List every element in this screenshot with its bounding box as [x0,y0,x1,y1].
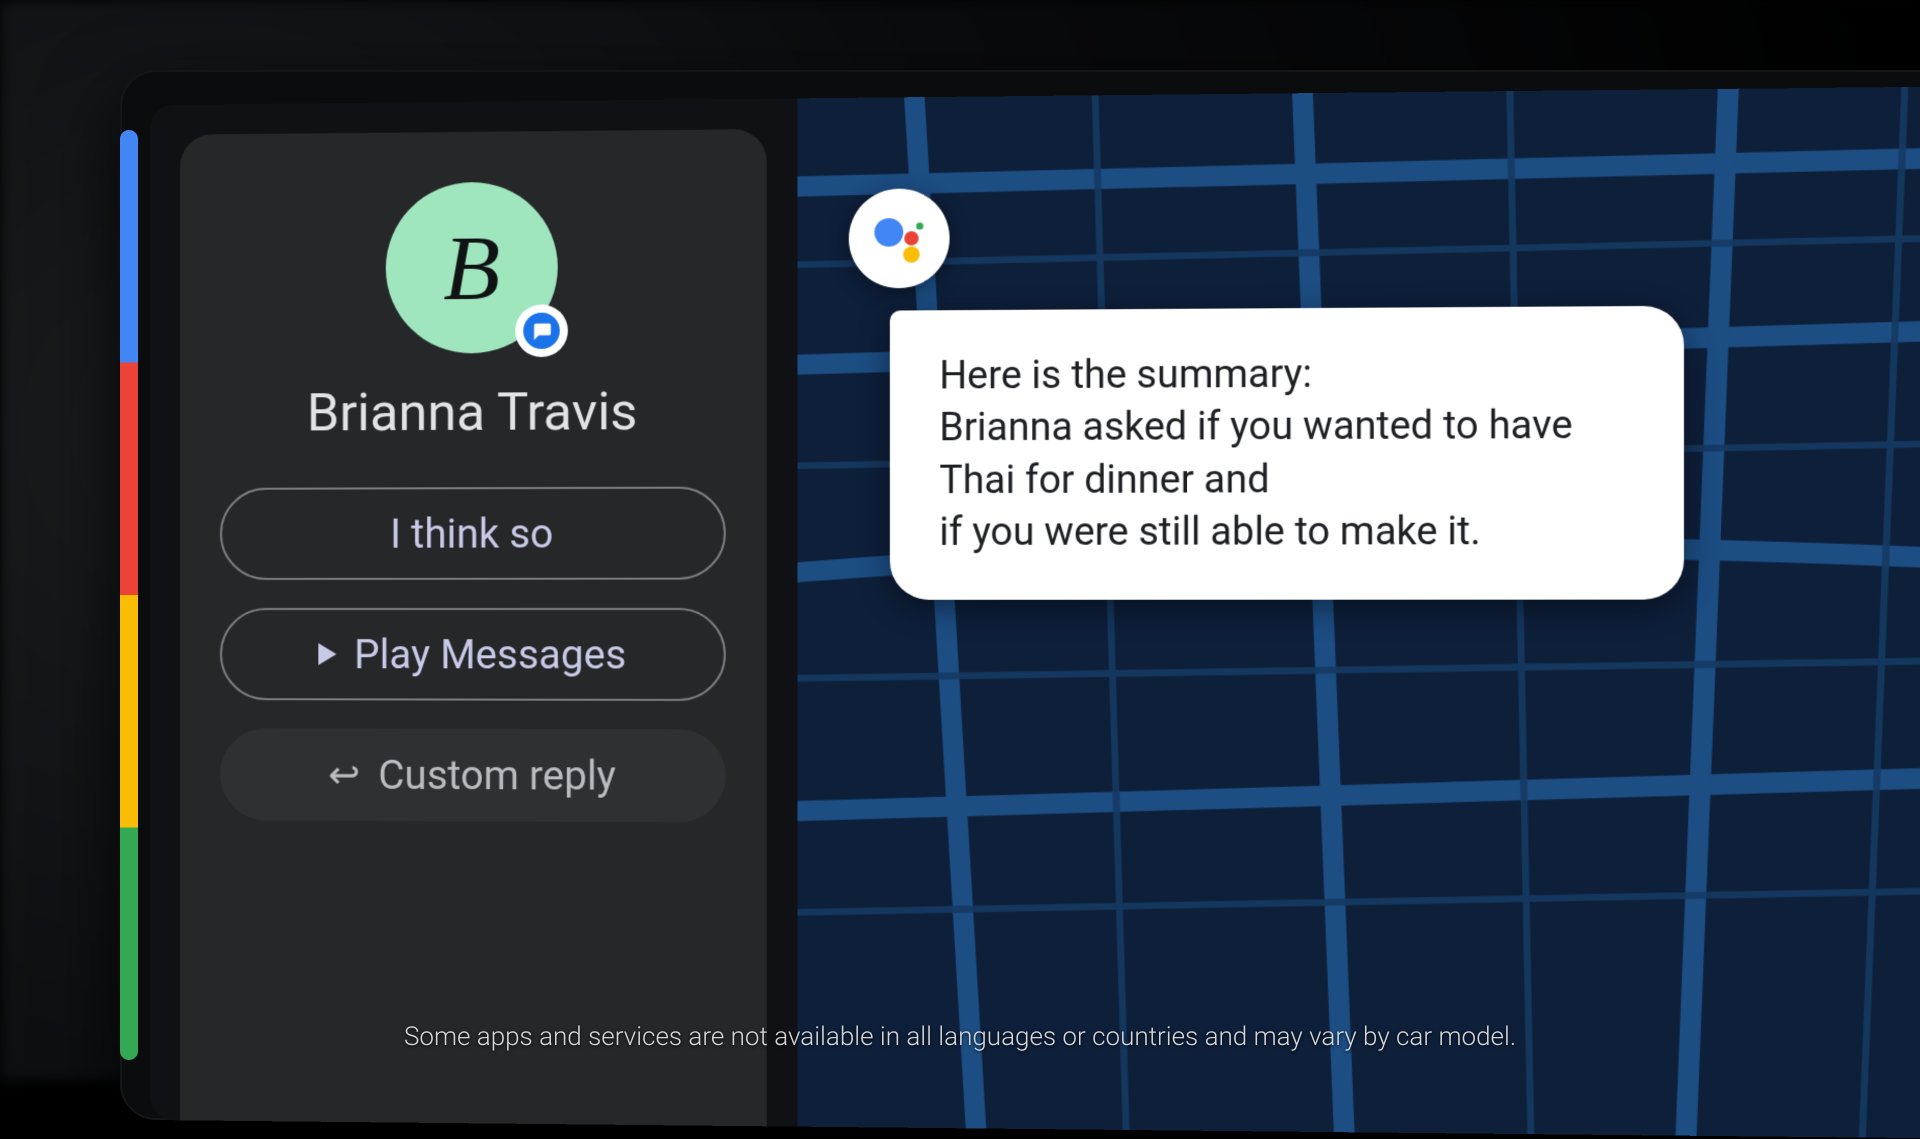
suggested-reply-button[interactable]: I think so [220,487,726,580]
contact-name: Brianna Travis [307,381,638,444]
contact-initial: B [443,214,500,321]
suggested-reply-label: I think so [390,510,553,558]
play-messages-button[interactable]: Play Messages [220,608,726,701]
headunit-screen: B Brianna Travis I think so Play Message… [150,86,1920,1139]
map-panel[interactable] [797,86,1920,1139]
play-icon [318,643,336,665]
google-assistant-icon[interactable] [849,188,950,288]
contact-avatar[interactable]: B [386,181,558,353]
assistant-summary-text: Here is the summary: Brianna asked if yo… [939,352,1572,555]
custom-reply-button[interactable]: ↩ Custom reply [220,728,726,822]
messages-icon [523,313,560,349]
play-messages-label: Play Messages [354,631,626,679]
custom-reply-label: Custom reply [378,751,616,799]
assistant-summary-bubble: Here is the summary: Brianna asked if yo… [890,306,1684,600]
google-rainbow-strip [120,130,138,1060]
messages-app-badge [515,304,568,357]
reply-arrow-icon: ↩ [328,752,360,797]
disclaimer-text: Some apps and services are not available… [0,1022,1920,1052]
message-card: B Brianna Travis I think so Play Message… [180,129,767,1126]
